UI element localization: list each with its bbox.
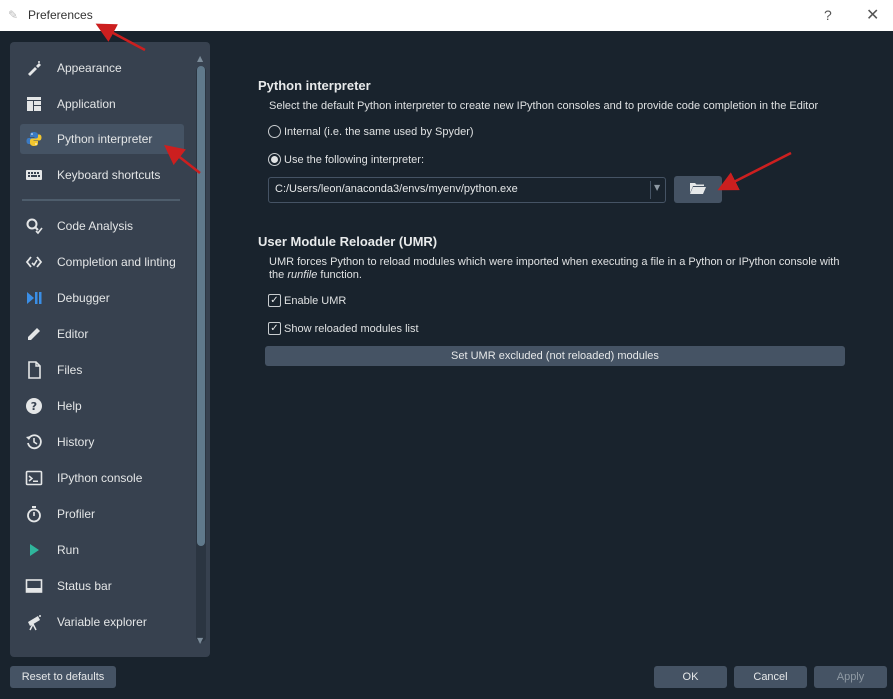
sidebar-item-label: Keyboard shortcuts: [57, 168, 161, 182]
umr-description-line1: UMR forces Python to reload modules whic…: [269, 256, 840, 268]
python-logo-icon: [20, 130, 51, 148]
python-interpreter-heading: Python interpreter: [258, 78, 371, 93]
internal-interpreter-radio[interactable]: [268, 125, 281, 138]
sidebar-item-run[interactable]: Run: [20, 535, 184, 565]
sidebar-item-label: Run: [57, 543, 80, 557]
close-button[interactable]: ✕: [866, 5, 879, 25]
sidebar-item-status-bar[interactable]: Status bar: [20, 571, 184, 601]
sidebar-item-label: Help: [57, 399, 82, 413]
annotation-arrow-browse-button: [717, 151, 792, 191]
sidebar-item-label: Profiler: [57, 507, 96, 521]
browse-interpreter-button[interactable]: [674, 176, 722, 203]
umr-description-prefix: the: [269, 269, 288, 281]
python-interpreter-description: Select the default Python interpreter to…: [269, 100, 819, 112]
custom-interpreter-radio[interactable]: [268, 153, 281, 166]
umr-description-suffix: function.: [317, 269, 362, 281]
umr-excluded-modules-button[interactable]: Set UMR excluded (not reloaded) modules: [265, 346, 845, 366]
sidebar-item-debugger[interactable]: Debugger: [20, 283, 184, 313]
sidebar-item-code-analysis[interactable]: Code Analysis: [20, 211, 184, 241]
sidebar-item-label: Python interpreter: [57, 132, 153, 146]
scroll-up-arrow-icon[interactable]: ▲: [197, 54, 203, 63]
sidebar-item-label: Editor: [57, 327, 89, 341]
application-layout-icon: [20, 95, 51, 113]
show-reloaded-modules-label[interactable]: Show reloaded modules list: [284, 323, 419, 335]
preferences-sidebar: Appearance Application Python interprete…: [10, 42, 210, 657]
reset-to-defaults-button[interactable]: Reset to defaults: [10, 666, 116, 688]
sidebar-item-label: Application: [57, 97, 116, 111]
scroll-down-arrow-icon[interactable]: ▼: [197, 636, 203, 645]
title-bar: ✎ Preferences ? ✕: [0, 0, 893, 31]
window-title: Preferences: [28, 8, 93, 22]
pencil-icon: [20, 325, 51, 343]
show-reloaded-modules-checkbox[interactable]: ✓: [268, 322, 281, 335]
history-icon: [20, 433, 51, 451]
keyboard-icon: [20, 166, 51, 184]
sidebar-item-label: Variable explorer: [57, 615, 147, 629]
sidebar-item-label: Files: [57, 363, 83, 377]
cancel-button[interactable]: Cancel: [734, 666, 807, 688]
status-bar-icon: [20, 577, 51, 595]
umr-description-runfile: runfile: [287, 269, 318, 281]
sidebar-item-label: Code Analysis: [57, 219, 134, 233]
combobox-divider: [650, 181, 651, 199]
svg-text:?: ?: [31, 400, 37, 413]
sidebar-item-label: Appearance: [57, 61, 122, 75]
interpreter-path-value[interactable]: C:/Users/leon/anaconda3/envs/myenv/pytho…: [275, 183, 518, 195]
sidebar-divider: [22, 199, 180, 201]
app-icon: ✎: [8, 8, 19, 22]
sidebar-item-variable-explorer[interactable]: Variable explorer: [20, 607, 184, 637]
paintbrush-icon: [20, 59, 51, 77]
umr-heading: User Module Reloader (UMR): [258, 234, 438, 249]
sidebar-item-label: Completion and linting: [57, 255, 176, 269]
sidebar-item-appearance[interactable]: Appearance: [20, 53, 184, 83]
internal-interpreter-label[interactable]: Internal (i.e. the same used by Spyder): [284, 126, 474, 138]
file-icon: [20, 361, 51, 379]
sidebar-item-profiler[interactable]: Profiler: [20, 499, 184, 529]
sidebar-item-editor[interactable]: Editor: [20, 319, 184, 349]
sidebar-item-completion-and-linting[interactable]: Completion and linting: [20, 247, 184, 277]
code-brackets-icon: [20, 253, 51, 271]
debugger-icon: [20, 289, 51, 307]
enable-umr-checkbox[interactable]: ✓: [268, 294, 281, 307]
terminal-icon: [20, 469, 51, 487]
sidebar-item-history[interactable]: History: [20, 427, 184, 457]
folder-open-icon: [689, 180, 707, 199]
ok-button[interactable]: OK: [654, 666, 727, 688]
enable-umr-label[interactable]: Enable UMR: [284, 295, 346, 307]
sidebar-item-ipython-console[interactable]: IPython console: [20, 463, 184, 493]
sidebar-item-application[interactable]: Application: [20, 89, 184, 119]
sidebar-item-python-interpreter[interactable]: Python interpreter: [20, 124, 184, 154]
sidebar-scrollbar[interactable]: [196, 66, 206, 642]
sidebar-item-files[interactable]: Files: [20, 355, 184, 385]
sidebar-item-label: Debugger: [57, 291, 110, 305]
umr-description-line2: the runfile function.: [269, 269, 362, 281]
chevron-down-icon[interactable]: ▼: [654, 183, 660, 192]
scrollbar-thumb[interactable]: [197, 66, 205, 546]
play-icon: [20, 541, 51, 559]
interpreter-path-combobox[interactable]: C:/Users/leon/anaconda3/envs/myenv/pytho…: [268, 177, 666, 203]
sidebar-item-keyboard-shortcuts[interactable]: Keyboard shortcuts: [20, 160, 184, 190]
sidebar-item-label: History: [57, 435, 95, 449]
help-circle-icon: ?: [20, 397, 51, 415]
stopwatch-icon: [20, 505, 51, 523]
sidebar-item-label: Status bar: [57, 579, 112, 593]
apply-button[interactable]: Apply: [814, 666, 887, 688]
sidebar-item-label: IPython console: [57, 471, 143, 485]
code-analysis-icon: [20, 217, 51, 235]
custom-interpreter-label[interactable]: Use the following interpreter:: [284, 154, 424, 166]
telescope-icon: [20, 613, 51, 631]
sidebar-item-help[interactable]: ? Help: [20, 391, 184, 421]
help-button[interactable]: ?: [824, 7, 832, 23]
